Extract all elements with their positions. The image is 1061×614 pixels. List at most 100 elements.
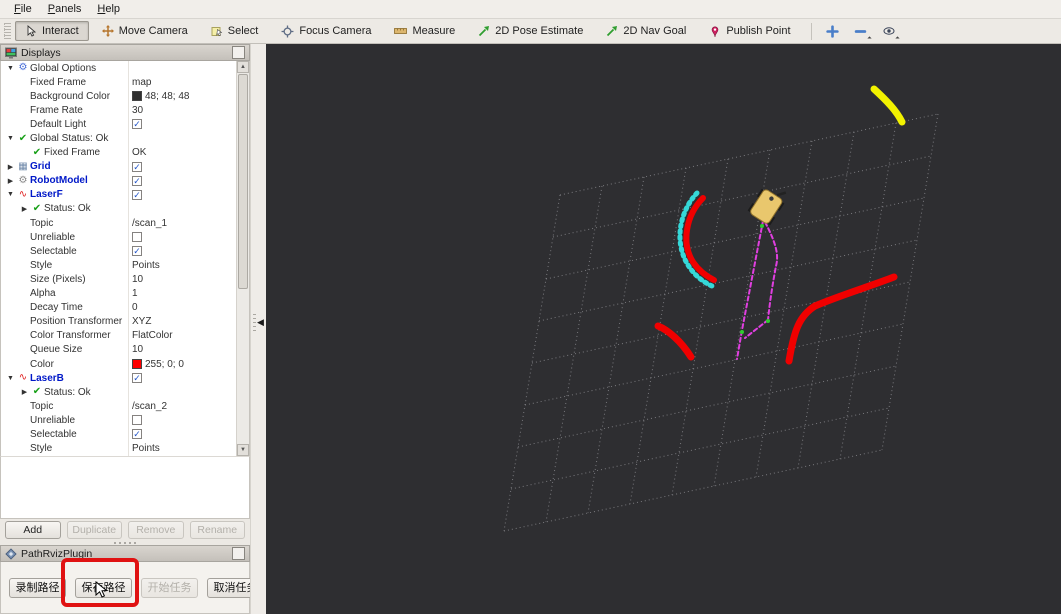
tool-label: Measure — [412, 25, 456, 37]
tree-row-selectable[interactable]: Selectable ✓ — [1, 244, 249, 258]
collapse-left-icon[interactable]: ◀ — [257, 318, 264, 327]
panel-float-button[interactable] — [232, 547, 245, 560]
expander-icon[interactable]: ▶ — [19, 388, 30, 396]
tree-row-unreliable[interactable]: Unreliable — [1, 230, 249, 244]
property-value[interactable]: /scan_2 — [132, 401, 167, 412]
panel-float-button[interactable] — [232, 46, 245, 59]
tree-row-topic[interactable]: Topic/scan_2 — [1, 399, 249, 413]
expander-icon[interactable]: ▶ — [19, 205, 30, 213]
tree-row-style[interactable]: Style Points — [1, 258, 249, 272]
record-path-button[interactable]: 录制路径 — [9, 578, 66, 598]
tool-2d-nav-goal[interactable]: 2D Nav Goal — [596, 21, 696, 41]
expander-icon[interactable]: ▼ — [5, 65, 16, 72]
path-plugin-body: 录制路径 保存路径 开始任务 取消任务 — [0, 562, 264, 614]
tree-row-unreliable[interactable]: Unreliable — [1, 413, 249, 427]
tree-row-robotmodel[interactable]: ▶ ⚙ RobotModel ✓ — [1, 174, 249, 188]
checkbox[interactable] — [132, 415, 142, 426]
checkbox[interactable]: ✓ — [132, 175, 142, 186]
tree-row-default-light[interactable]: Default Light ✓ — [1, 117, 249, 131]
tool-focus-camera[interactable]: Focus Camera — [271, 21, 381, 42]
tree-row-frame-rate[interactable]: Frame Rate 30 — [1, 103, 249, 117]
color-swatch[interactable] — [132, 359, 142, 370]
tree-row-topic[interactable]: Topic/scan_1 — [1, 216, 249, 230]
property-value[interactable]: OK — [132, 147, 146, 158]
toolbar-drag-handle[interactable] — [4, 23, 11, 39]
tree-row-background-color[interactable]: Background Color 48; 48; 48 — [1, 89, 249, 103]
tree-row-color[interactable]: Color 255; 0; 0 — [1, 357, 249, 371]
add-display-button[interactable]: Add — [5, 521, 61, 539]
tree-row-fixed-frame[interactable]: ✔ Fixed Frame OK — [1, 146, 249, 160]
property-value[interactable]: FlatColor — [132, 330, 173, 341]
panel-collapse-splitter[interactable]: ◀ — [250, 44, 267, 614]
checkbox[interactable]: ✓ — [132, 246, 142, 257]
tree-row-laserf[interactable]: ▼ ∿ LaserF ✓ — [1, 188, 249, 202]
property-value[interactable]: XYZ — [132, 316, 151, 327]
add-tool-button[interactable] — [821, 21, 845, 41]
tree-row-alpha[interactable]: Alpha 1 — [1, 287, 249, 301]
expander-icon[interactable]: ▼ — [5, 135, 16, 142]
tree-row-color-transformer[interactable]: Color Transformer FlatColor — [1, 329, 249, 343]
tool-select[interactable]: Select — [201, 21, 269, 41]
expander-icon[interactable]: ▼ — [5, 375, 16, 382]
checkbox[interactable]: ✓ — [132, 373, 142, 384]
expander-icon[interactable]: ▶ — [5, 163, 16, 171]
property-value[interactable]: 1 — [132, 288, 138, 299]
property-value[interactable]: map — [132, 77, 151, 88]
property-value[interactable]: 48; 48; 48 — [145, 91, 189, 102]
checkbox[interactable]: ✓ — [132, 119, 142, 130]
scroll-up-icon[interactable]: ▲ — [237, 61, 249, 73]
property-value[interactable]: 10 — [132, 344, 143, 355]
displays-panel-header[interactable]: Displays — [0, 44, 250, 61]
checkbox[interactable]: ✓ — [132, 429, 142, 440]
tool-2d-pose-estimate[interactable]: 2D Pose Estimate — [468, 21, 593, 41]
expander-icon[interactable]: ▶ — [5, 177, 16, 185]
expander-icon[interactable]: ▼ — [5, 191, 16, 198]
tool-properties-button[interactable] — [877, 21, 901, 41]
menu-item-help[interactable]: Help — [89, 2, 128, 16]
duplicate-display-button[interactable]: Duplicate — [66, 521, 122, 539]
property-value[interactable]: /scan_1 — [132, 218, 167, 229]
checkbox[interactable] — [132, 232, 142, 243]
tree-row-laserb[interactable]: ▼ ∿ LaserB ✓ — [1, 371, 249, 385]
tree-row-selectable[interactable]: Selectable ✓ — [1, 427, 249, 441]
save-path-button[interactable]: 保存路径 — [75, 578, 132, 598]
tree-scrollbar[interactable]: ▲ ▼ — [236, 61, 249, 456]
tree-row-queue-size[interactable]: Queue Size 10 — [1, 343, 249, 357]
checkbox[interactable]: ✓ — [132, 189, 142, 200]
property-value[interactable]: 30 — [132, 105, 143, 116]
color-swatch[interactable] — [132, 91, 142, 102]
property-value[interactable]: Points — [132, 260, 160, 271]
tree-row-grid[interactable]: ▶ ▦ Grid ✓ — [1, 160, 249, 174]
checkbox[interactable]: ✓ — [132, 161, 142, 172]
tree-row-fixed-frame[interactable]: Fixed Frame map — [1, 75, 249, 89]
tree-row-position-transformer[interactable]: Position Transformer XYZ — [1, 315, 249, 329]
path-plugin-panel-header[interactable]: PathRvizPlugin — [0, 545, 250, 562]
tree-row-decay-time[interactable]: Decay Time 0 — [1, 301, 249, 315]
remove-tool-button[interactable] — [849, 21, 873, 41]
tree-row-style[interactable]: Style Points — [1, 442, 249, 456]
tool-move-camera[interactable]: Move Camera — [92, 21, 198, 41]
tree-row-status-ok[interactable]: ▶ ✔ Status: Ok — [1, 202, 249, 216]
waypoint-dot — [766, 319, 770, 323]
property-value[interactable]: 0 — [132, 302, 138, 313]
tool-interact[interactable]: Interact — [15, 21, 89, 41]
tool-publish-point[interactable]: Publish Point — [699, 21, 800, 42]
tree-row-size-pixels-[interactable]: Size (Pixels) 10 — [1, 272, 249, 286]
tree-row-status-ok[interactable]: ▶ ✔ Status: Ok — [1, 385, 249, 399]
scrollbar-thumb[interactable] — [238, 74, 248, 289]
start-task-button[interactable]: 开始任务 — [141, 578, 198, 598]
property-label: Topic — [30, 217, 54, 229]
property-value[interactable]: 255; 0; 0 — [145, 359, 184, 370]
property-value[interactable]: 10 — [132, 274, 143, 285]
menu-item-panels[interactable]: Panels — [40, 2, 90, 16]
render-view-3d[interactable] — [266, 44, 1061, 614]
tree-row-global-options[interactable]: ▼ ⚙ Global Options — [1, 61, 249, 75]
rename-display-button[interactable]: Rename — [189, 521, 245, 539]
remove-display-button[interactable]: Remove — [128, 521, 184, 539]
tree-row-global-status-ok[interactable]: ▼ ✔ Global Status: Ok — [1, 131, 249, 145]
robot-model[interactable] — [747, 180, 790, 226]
menu-item-file[interactable]: File — [6, 2, 40, 16]
tool-measure[interactable]: Measure — [384, 21, 465, 41]
scroll-down-icon[interactable]: ▼ — [237, 444, 249, 456]
property-value[interactable]: Points — [132, 443, 160, 454]
